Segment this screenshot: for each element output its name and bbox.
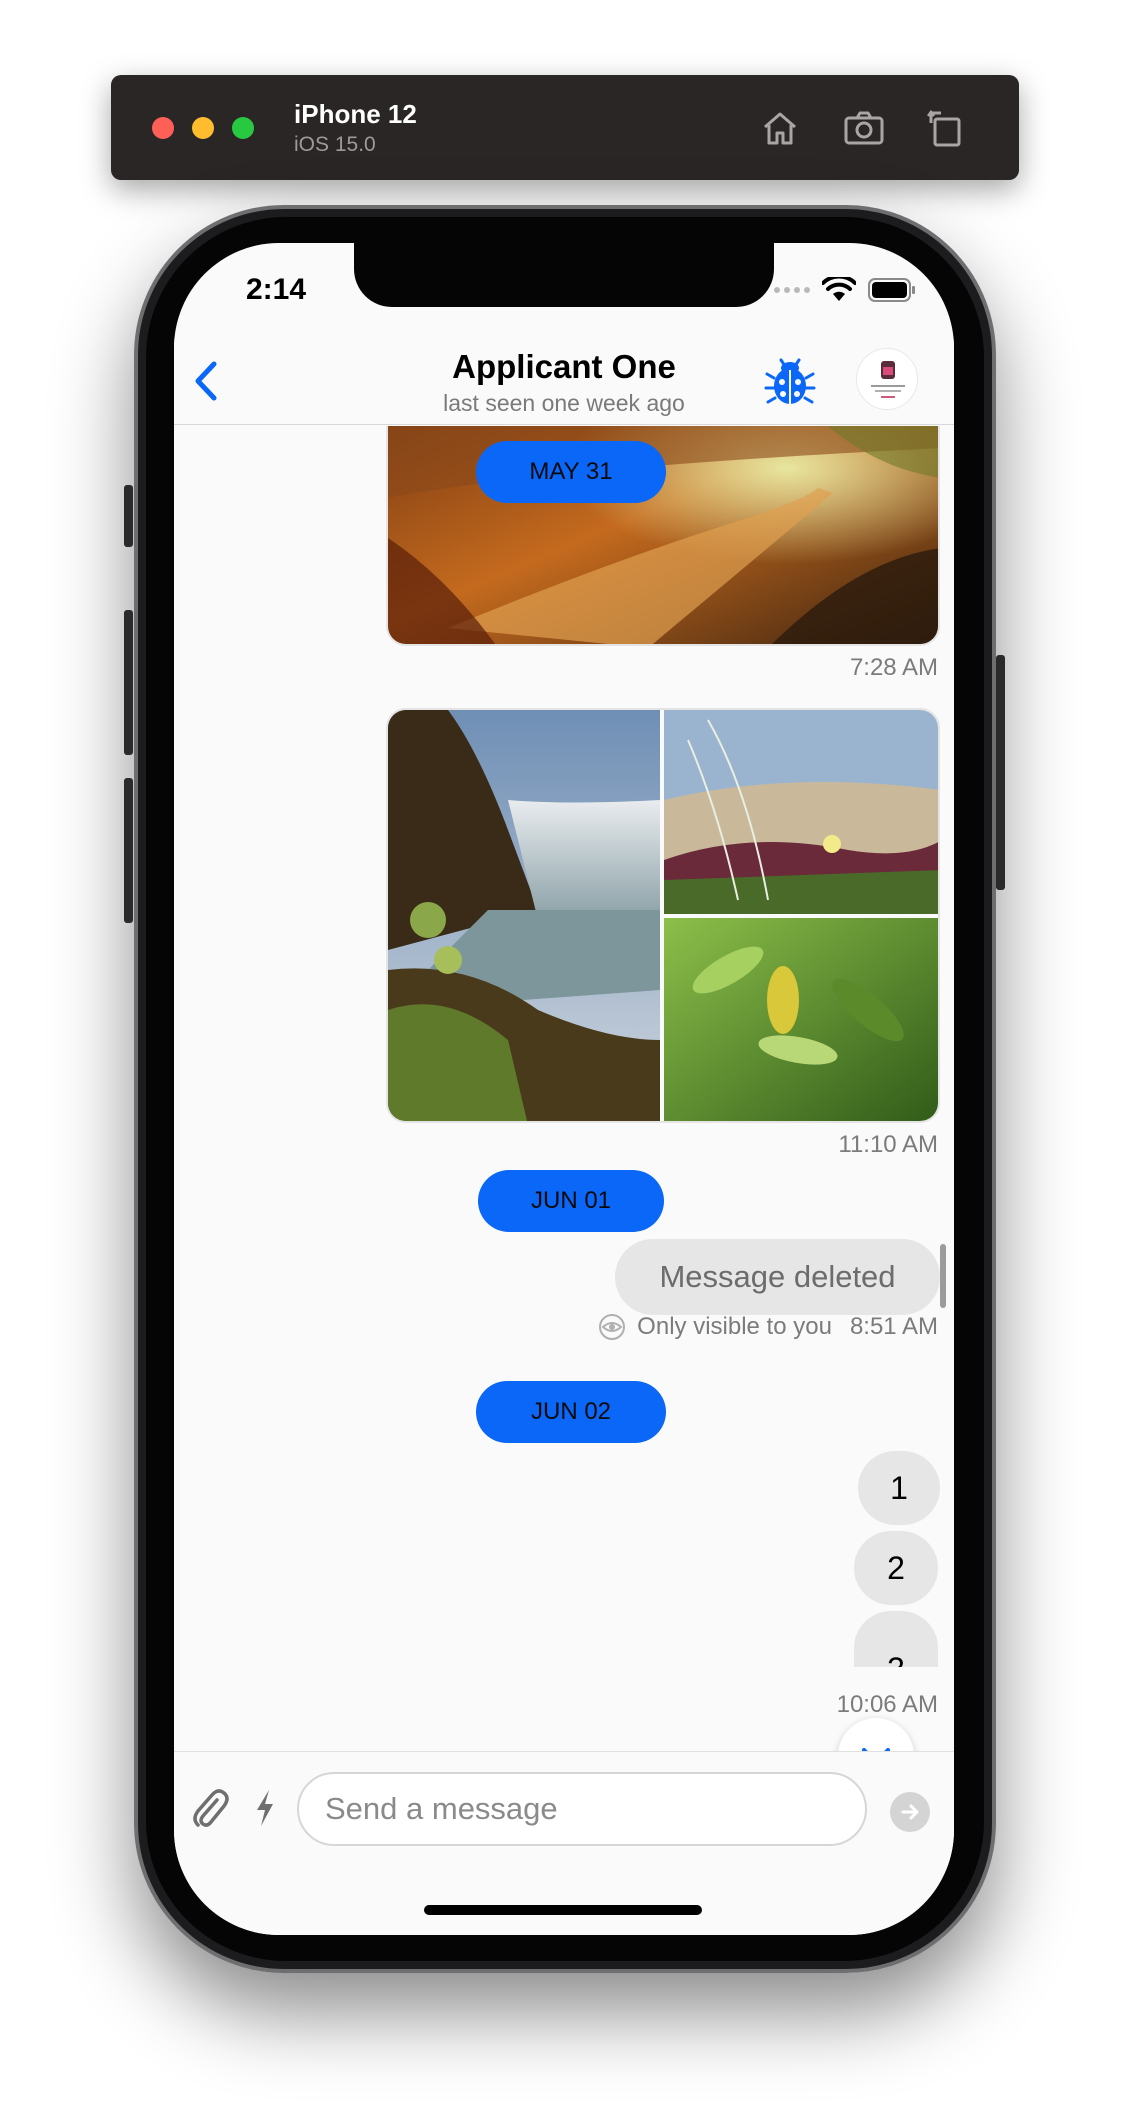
home-indicator[interactable] xyxy=(424,1905,702,1915)
chat-header: Applicant One last seen one week ago xyxy=(174,338,954,425)
image-gallery-message[interactable] xyxy=(386,708,940,1123)
commands-button[interactable] xyxy=(252,1788,278,1828)
message-bubble[interactable]: 2 xyxy=(854,1531,938,1605)
phone-screen: 2:14 Applicant One last seen one week ag… xyxy=(174,243,954,1935)
battery-icon xyxy=(868,278,915,302)
os-version: iOS 15.0 xyxy=(294,133,376,156)
deleted-message[interactable]: Message deleted xyxy=(615,1239,940,1315)
status-time: 2:14 xyxy=(246,273,307,306)
wifi-icon xyxy=(822,277,856,301)
message-timestamp: 8:51 AM xyxy=(849,1313,938,1340)
zoom-window-button[interactable] xyxy=(232,117,254,139)
home-icon xyxy=(764,112,796,145)
arrow-right-icon xyxy=(901,1804,919,1820)
visibility-note: Only visible to you 8:51 AM xyxy=(597,1313,938,1341)
date-divider: MAY 31 xyxy=(476,441,666,503)
paperclip-icon xyxy=(193,1789,229,1827)
notch xyxy=(354,243,774,307)
signal-icon xyxy=(774,287,810,293)
last-seen: last seen one week ago xyxy=(443,390,685,416)
volume-up-button xyxy=(124,610,133,755)
screenshot-icon xyxy=(844,111,884,145)
date-divider: JUN 01 xyxy=(478,1170,664,1232)
status-icons xyxy=(774,277,916,303)
rotate-button[interactable] xyxy=(923,105,969,151)
mute-switch xyxy=(124,485,133,547)
volume-down-button xyxy=(124,778,133,923)
eye-icon xyxy=(599,1314,626,1340)
photo-collage xyxy=(388,710,938,1121)
scrollbar[interactable] xyxy=(940,1244,946,1308)
power-button xyxy=(996,655,1005,890)
visibility-label: Only visible to you xyxy=(637,1313,832,1340)
simulator-toolbar: iPhone 12 iOS 15.0 xyxy=(111,75,1019,180)
autumn-path-photo xyxy=(388,426,938,644)
message-bubble-text: 3 xyxy=(887,1653,905,1667)
rotate-icon xyxy=(927,109,961,147)
close-window-button[interactable] xyxy=(152,117,174,139)
device-name: iPhone 12 xyxy=(294,99,417,129)
screenshot-button[interactable] xyxy=(841,105,887,151)
avatar-image xyxy=(871,361,905,398)
send-button[interactable] xyxy=(890,1792,930,1832)
date-divider: JUN 02 xyxy=(476,1381,666,1443)
lightning-icon xyxy=(257,1790,273,1826)
message-timestamp: 10:06 AM xyxy=(836,1691,938,1718)
bug-icon xyxy=(764,358,816,404)
chat-title: Applicant One xyxy=(452,348,676,385)
message-bubble[interactable]: 3 xyxy=(854,1611,938,1667)
message-list[interactable]: MAY 31 7:28 AM 11:10 AM JUN 01 Message d… xyxy=(174,426,954,1751)
message-input[interactable] xyxy=(297,1772,867,1846)
attach-button[interactable] xyxy=(190,1786,230,1830)
home-button[interactable] xyxy=(757,105,803,151)
avatar[interactable] xyxy=(856,348,918,410)
minimize-window-button[interactable] xyxy=(192,117,214,139)
message-bubble[interactable]: 1 xyxy=(858,1451,940,1525)
message-timestamp: 7:28 AM xyxy=(849,654,938,681)
message-timestamp: 11:10 AM xyxy=(838,1131,938,1158)
debug-button[interactable] xyxy=(764,352,816,408)
